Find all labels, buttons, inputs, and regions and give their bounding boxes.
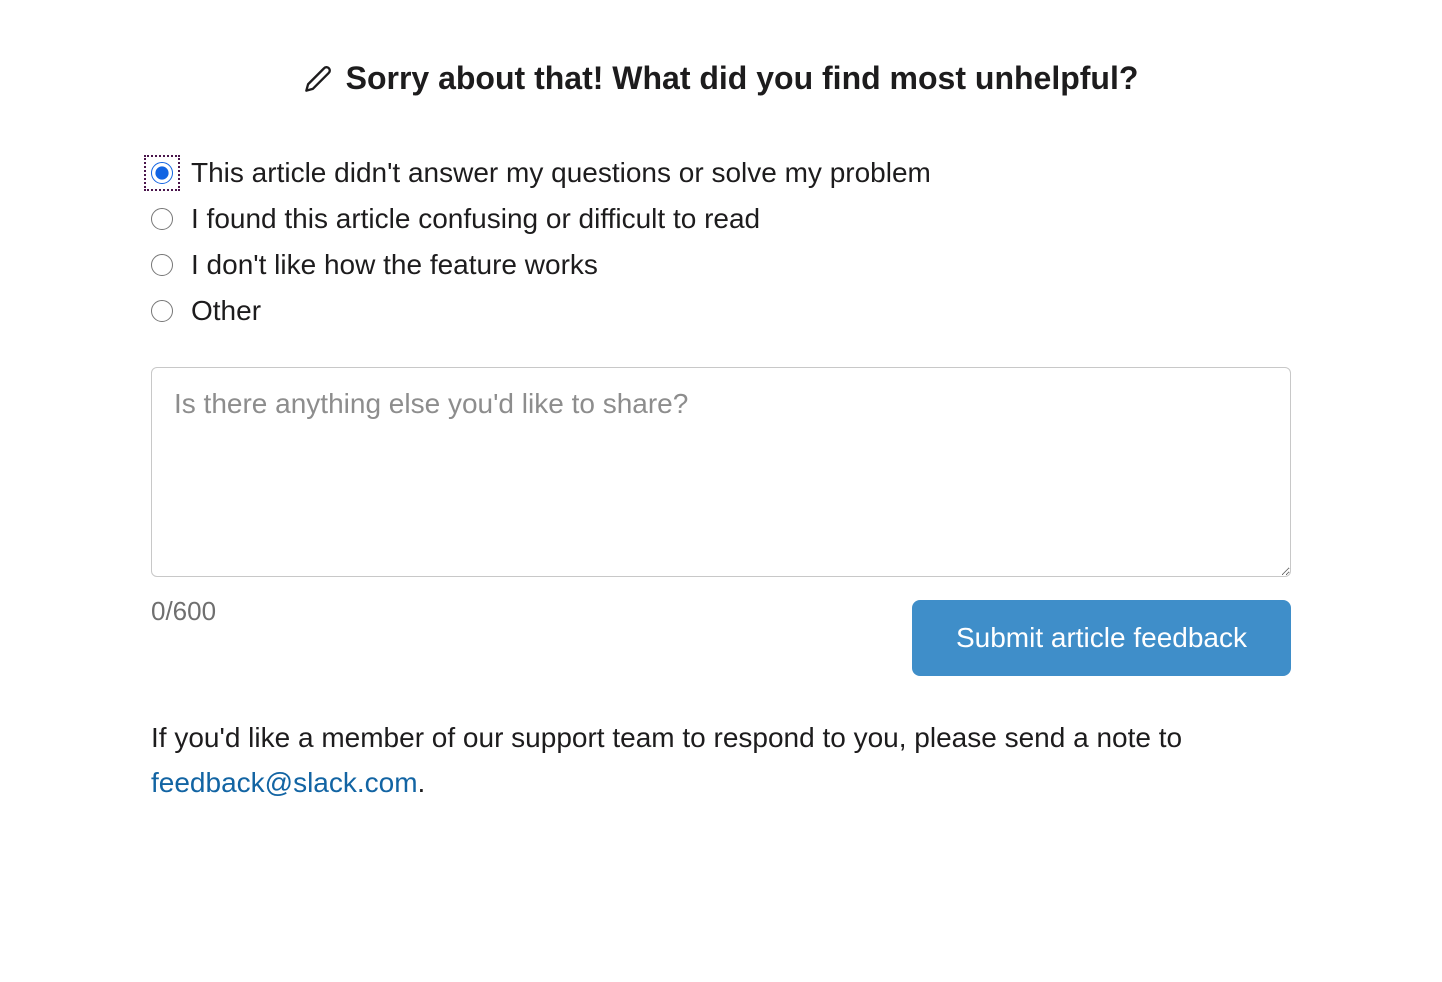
radio-option-dislike-feature[interactable]: I don't like how the feature works xyxy=(151,249,1291,281)
radio-label[interactable]: I don't like how the feature works xyxy=(191,249,598,281)
radio-group: This article didn't answer my questions … xyxy=(151,157,1291,327)
radio-input[interactable] xyxy=(151,254,173,276)
radio-input[interactable] xyxy=(151,162,173,184)
radio-label[interactable]: Other xyxy=(191,295,261,327)
pencil-icon xyxy=(304,65,332,93)
radio-input[interactable] xyxy=(151,300,173,322)
char-counter: 0/600 xyxy=(151,590,216,627)
feedback-form: Sorry about that! What did you find most… xyxy=(151,60,1291,806)
footer-email-link[interactable]: feedback@slack.com xyxy=(151,767,418,798)
radio-input[interactable] xyxy=(151,208,173,230)
feedback-heading: Sorry about that! What did you find most… xyxy=(346,60,1139,97)
footer-text: If you'd like a member of our support te… xyxy=(151,716,1291,806)
radio-option-confusing[interactable]: I found this article confusing or diffic… xyxy=(151,203,1291,235)
textarea-wrap xyxy=(151,367,1291,582)
radio-option-other[interactable]: Other xyxy=(151,295,1291,327)
radio-label[interactable]: This article didn't answer my questions … xyxy=(191,157,931,189)
heading-row: Sorry about that! What did you find most… xyxy=(151,60,1291,97)
radio-label[interactable]: I found this article confusing or diffic… xyxy=(191,203,760,235)
footer-prefix: If you'd like a member of our support te… xyxy=(151,722,1182,753)
counter-row: 0/600 Submit article feedback xyxy=(151,590,1291,676)
feedback-textarea[interactable] xyxy=(151,367,1291,577)
footer-suffix: . xyxy=(418,767,426,798)
submit-button[interactable]: Submit article feedback xyxy=(912,600,1291,676)
radio-option-didnt-answer[interactable]: This article didn't answer my questions … xyxy=(151,157,1291,189)
